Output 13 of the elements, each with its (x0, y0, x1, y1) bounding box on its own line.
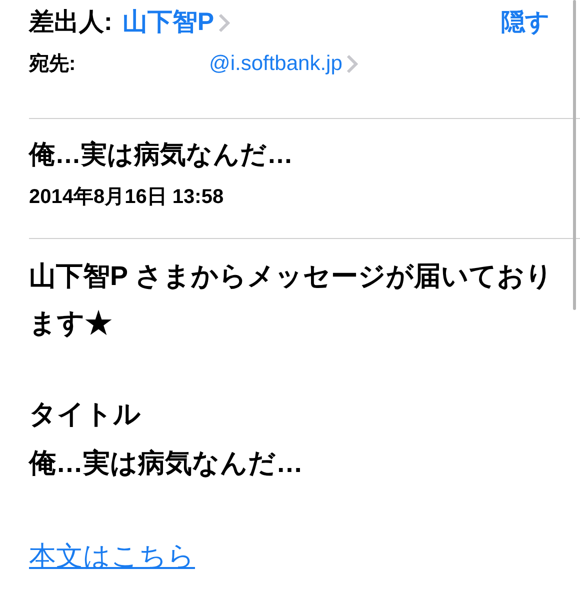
body-text: 俺…実は病気なんだ… (29, 447, 304, 480)
sender-link[interactable]: 山下智P (122, 4, 214, 42)
chevron-icon (218, 13, 230, 33)
to-label: 宛先: (29, 52, 77, 77)
body-text: 山下智P さまからメッセージが届いております★ (29, 260, 554, 340)
chevron-icon (346, 54, 358, 74)
date: 2014年8月16日 13:58 (29, 185, 225, 210)
body-text: タイトル (29, 398, 142, 431)
hide-button[interactable]: 隠す (501, 5, 550, 41)
recipient-link[interactable]: @i.softbank.jp (209, 48, 342, 80)
from-label: 差出人: (29, 7, 112, 38)
body-link[interactable]: 本文はこちら (29, 533, 195, 579)
subject: 俺…実は病気なんだ… (29, 138, 294, 171)
